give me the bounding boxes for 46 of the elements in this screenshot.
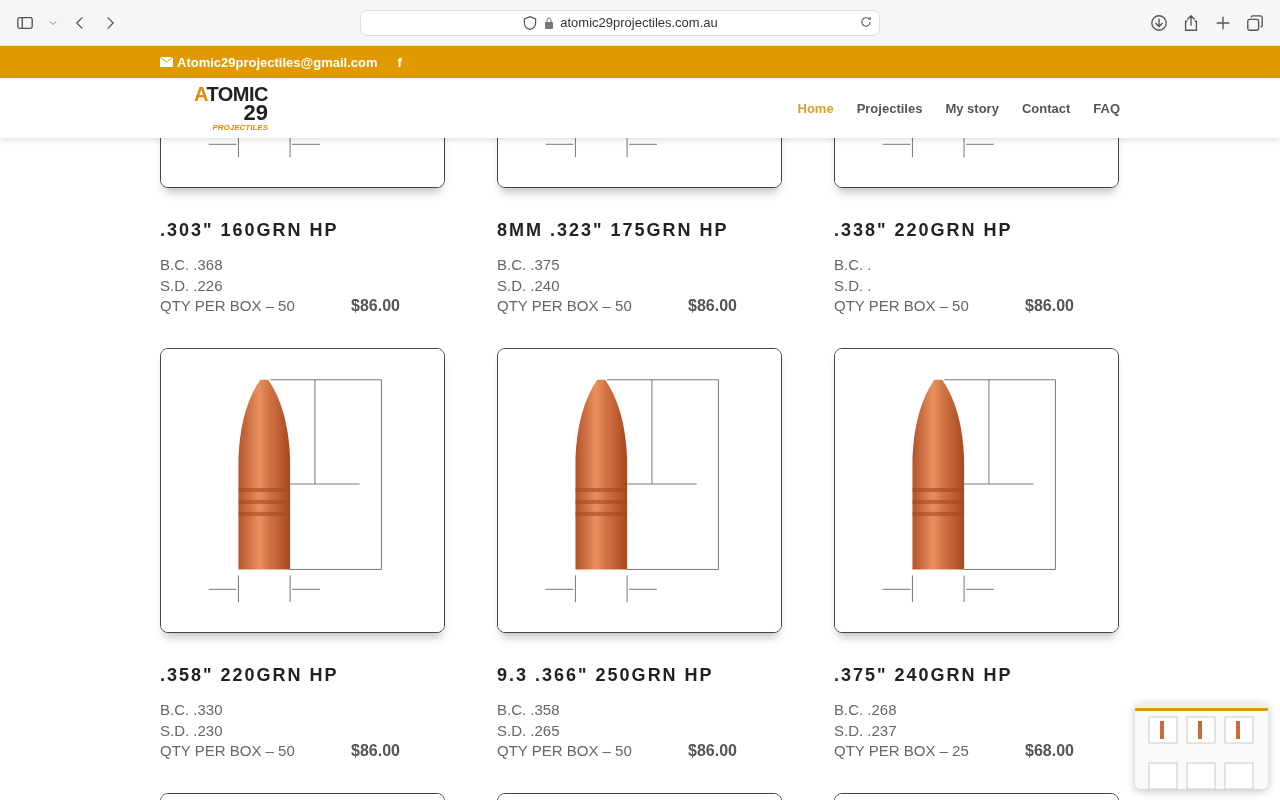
price: $86.00 bbox=[351, 741, 400, 761]
envelope-icon bbox=[160, 57, 173, 67]
ballistic-coefficient: B.C. .375 bbox=[497, 255, 561, 275]
sectional-density: S.D. .237 bbox=[834, 720, 898, 741]
nav-link[interactable]: FAQ bbox=[1093, 100, 1120, 116]
price: $86.00 bbox=[688, 296, 737, 316]
product-title[interactable]: .303" 160GRN HP bbox=[160, 220, 445, 241]
address-bar[interactable]: atomic29projectiles.com.au bbox=[360, 9, 880, 36]
tabs-icon[interactable] bbox=[1246, 13, 1264, 32]
lock-icon bbox=[544, 16, 555, 29]
sectional-density: S.D. .240 bbox=[497, 275, 561, 296]
quantity-label: QTY PER BOX – 50 bbox=[160, 741, 295, 761]
download-icon[interactable] bbox=[1150, 13, 1168, 32]
quantity-label: QTY PER BOX – 50 bbox=[497, 296, 632, 316]
reload-icon[interactable] bbox=[859, 14, 873, 29]
product-title[interactable]: .338" 220GRN HP bbox=[834, 220, 1119, 241]
shield-icon[interactable] bbox=[522, 14, 539, 31]
product-title[interactable]: .358" 220GRN HP bbox=[160, 665, 445, 686]
nav-link[interactable]: Projectiles bbox=[856, 100, 923, 116]
share-icon[interactable] bbox=[1182, 13, 1200, 32]
nav-link[interactable]: My story bbox=[945, 100, 999, 116]
sectional-density: S.D. . bbox=[834, 275, 873, 296]
quantity-label: QTY PER BOX – 50 bbox=[834, 296, 969, 316]
quantity-label: QTY PER BOX – 25 bbox=[834, 741, 969, 761]
product-title[interactable]: 9.3 .366" 250GRN HP bbox=[497, 665, 782, 686]
logo-number[interactable]: 29 bbox=[243, 102, 268, 124]
price: $86.00 bbox=[1025, 296, 1074, 316]
sectional-density: S.D. .230 bbox=[160, 720, 224, 741]
ballistic-coefficient: B.C. .330 bbox=[160, 700, 224, 720]
quantity-label: QTY PER BOX – 50 bbox=[497, 741, 632, 761]
product-title[interactable]: 8MM .323" 175GRN HP bbox=[497, 220, 782, 241]
product-title[interactable]: .375" 240GRN HP bbox=[834, 665, 1119, 686]
nav-link[interactable]: Contact bbox=[1021, 100, 1071, 116]
logo-tagline: PROJECTILES bbox=[212, 124, 268, 132]
url-text: atomic29projectiles.com.au bbox=[560, 15, 718, 30]
ballistic-coefficient: B.C. .368 bbox=[160, 255, 224, 275]
price: $86.00 bbox=[688, 741, 737, 761]
ballistic-coefficient: B.C. . bbox=[834, 255, 873, 275]
price: $86.00 bbox=[351, 296, 400, 316]
sectional-density: S.D. .265 bbox=[497, 720, 561, 741]
quantity-label: QTY PER BOX – 50 bbox=[160, 296, 295, 316]
logo-name[interactable]: ATOMIC bbox=[193, 84, 268, 104]
sectional-density: S.D. .226 bbox=[160, 275, 224, 296]
price: $68.00 bbox=[1025, 741, 1074, 761]
ballistic-coefficient: B.C. .268 bbox=[834, 700, 898, 720]
ballistic-coefficient: B.C. .358 bbox=[497, 700, 561, 720]
